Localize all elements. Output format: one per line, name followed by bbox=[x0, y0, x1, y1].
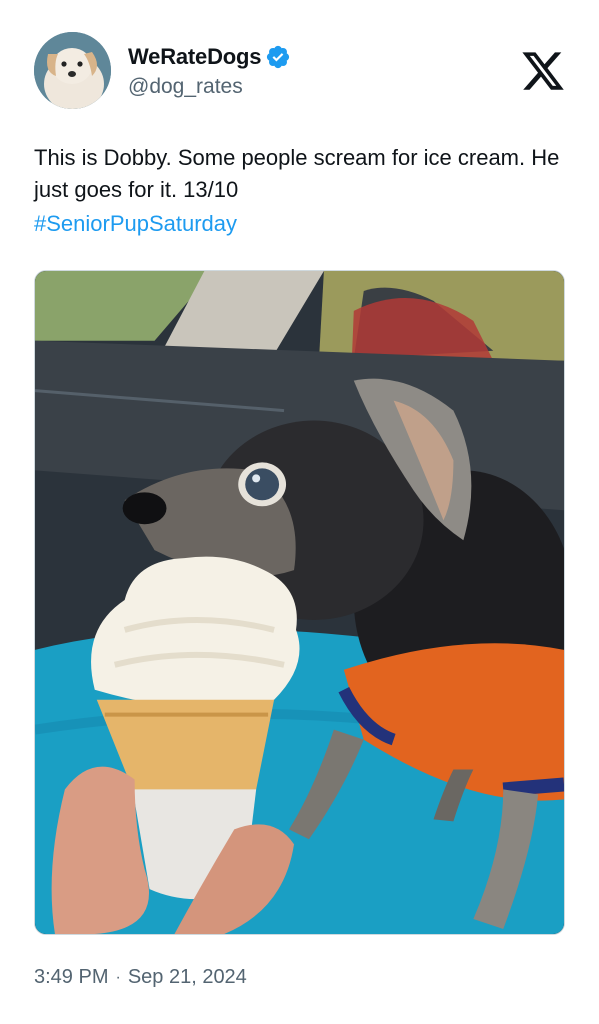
tweet-time: 3:49 PM bbox=[34, 966, 109, 988]
hashtag-link[interactable]: #SeniorPupSaturday bbox=[34, 208, 237, 240]
tweet-date: Sep 21, 2024 bbox=[127, 966, 247, 988]
tweet-card: WeRateDogs @dog_rates This is Dobby. Som… bbox=[0, 0, 599, 1024]
x-logo-icon[interactable] bbox=[520, 48, 566, 94]
tweet-text: This is Dobby. Some people scream for ic… bbox=[34, 145, 560, 202]
separator-dot: · bbox=[115, 968, 121, 986]
author-avatar[interactable] bbox=[34, 32, 111, 109]
verified-badge-icon bbox=[267, 45, 290, 69]
dog-photo bbox=[35, 271, 564, 934]
tweet-photo[interactable] bbox=[34, 270, 565, 935]
dog-avatar-image bbox=[34, 32, 111, 109]
author-display-name[interactable]: WeRateDogs bbox=[128, 44, 261, 70]
tweet-timestamp[interactable]: 3:49 PM · Sep 21, 2024 bbox=[34, 966, 247, 989]
author-handle[interactable]: @dog_rates bbox=[128, 75, 243, 99]
author-name-row: WeRateDogs bbox=[128, 44, 291, 70]
